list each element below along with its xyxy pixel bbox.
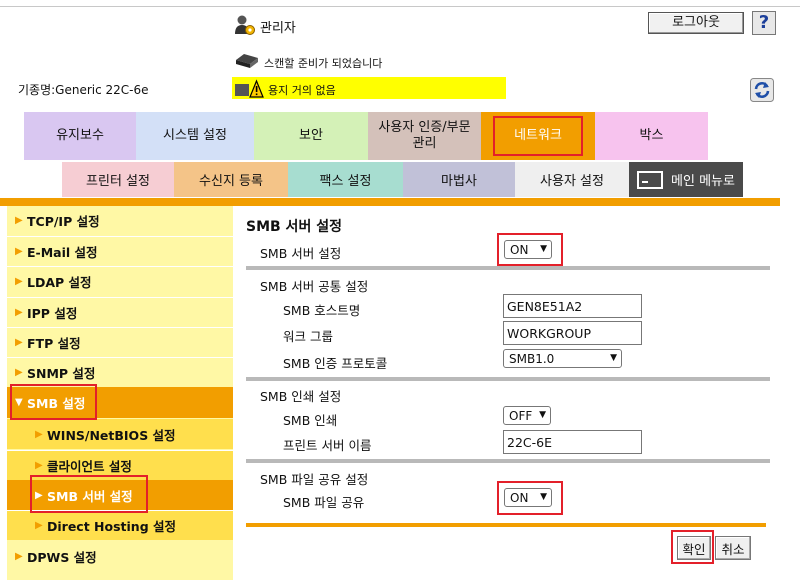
tab-system-settings[interactable]: 시스템 설정 bbox=[136, 112, 254, 160]
chevron-down-icon: ▼ bbox=[539, 410, 546, 420]
warning-printer-icon bbox=[235, 79, 264, 98]
triangle-right-icon: ▶ bbox=[15, 275, 23, 287]
triangle-right-icon: ▶ bbox=[15, 366, 23, 378]
logout-button[interactable]: 로그아웃 bbox=[648, 12, 744, 34]
triangle-right-icon: ▶ bbox=[15, 215, 23, 226]
triangle-right-icon: ▶ bbox=[15, 336, 23, 348]
hostname-input[interactable]: GEN8E51A2 bbox=[503, 294, 642, 318]
workgroup-input[interactable]: WORKGROUP bbox=[503, 321, 642, 345]
sidebar-item-dpws[interactable]: ▶ DPWS 설정 bbox=[7, 542, 233, 571]
highlight-smb-server bbox=[30, 475, 148, 513]
tab-network[interactable]: 네트워크 bbox=[481, 112, 595, 160]
print-section-title: SMB 인쇄 설정 bbox=[260, 389, 342, 404]
file-share-label: SMB 파일 공유 bbox=[283, 495, 365, 510]
scan-status: 스캔할 준비가 되었습니다 bbox=[264, 57, 383, 70]
tab-network-label: 네트워크 bbox=[493, 116, 583, 156]
help-icon[interactable]: ? bbox=[752, 11, 776, 35]
chevron-down-icon: ▼ bbox=[610, 353, 617, 363]
hostname-label: SMB 호스트명 bbox=[283, 303, 361, 318]
sidebar-item-ipp[interactable]: ▶ IPP 설정 bbox=[7, 297, 233, 326]
print-server-input[interactable]: 22C-6E bbox=[503, 430, 642, 454]
common-section-title: SMB 서버 공통 설정 bbox=[260, 279, 369, 294]
warning-text: 용지 거의 없음 bbox=[268, 84, 336, 97]
share-section-title: SMB 파일 공유 설정 bbox=[260, 472, 369, 487]
sidebar-subitem-direct-hosting[interactable]: ▶ Direct Hosting 설정 bbox=[7, 510, 233, 540]
sidebar-item-label: LDAP 설정 bbox=[27, 274, 92, 290]
sidebar-item-ldap[interactable]: ▶ LDAP 설정 bbox=[7, 266, 233, 295]
top-divider bbox=[0, 6, 800, 7]
sidebar-subitem-wins[interactable]: ▶ WINS/NetBIOS 설정 bbox=[7, 419, 233, 449]
tab-maintenance[interactable]: 유지보수 bbox=[24, 112, 136, 160]
auth-protocol-select[interactable]: SMB1.0 ▼ bbox=[503, 349, 622, 368]
auth-protocol-label: SMB 인증 프로토콜 bbox=[283, 356, 388, 371]
triangle-right-icon: ▶ bbox=[15, 551, 23, 562]
tab-user-auth-line2: 관리 bbox=[412, 136, 437, 151]
sidebar-item-label: E-Mail 설정 bbox=[27, 244, 98, 260]
smb-print-select[interactable]: OFF ▼ bbox=[503, 406, 551, 425]
main-menu-icon bbox=[637, 170, 664, 189]
highlight-server-setting bbox=[497, 233, 563, 266]
triangle-right-icon: ▶ bbox=[35, 460, 43, 471]
highlight-file-share bbox=[497, 481, 563, 515]
select-value: OFF bbox=[509, 408, 533, 423]
tab-security[interactable]: 보안 bbox=[254, 112, 368, 160]
select-value: SMB1.0 bbox=[509, 351, 555, 366]
scanner-icon bbox=[236, 54, 258, 68]
smb-server-setting-label: SMB 서버 설정 bbox=[260, 246, 342, 261]
sidebar-item-label: WINS/NetBIOS 설정 bbox=[47, 427, 176, 443]
page-title: SMB 서버 설정 bbox=[246, 219, 342, 235]
model-name: 기종명:Generic 22C-6e bbox=[18, 83, 149, 97]
sidebar-item-email[interactable]: ▶ E-Mail 설정 bbox=[7, 236, 233, 265]
sidebar-item-label: Direct Hosting 설정 bbox=[47, 519, 176, 534]
section-divider bbox=[246, 377, 770, 381]
tab-user-auth-line1: 사용자 인증/부문 bbox=[378, 120, 471, 135]
tab-box[interactable]: 박스 bbox=[595, 112, 708, 160]
orange-divider bbox=[0, 198, 780, 206]
admin-icon bbox=[235, 15, 255, 35]
cancel-button[interactable]: 취소 bbox=[715, 536, 751, 560]
sidebar-item-ftp[interactable]: ▶ FTP 설정 bbox=[7, 327, 233, 356]
subtab-fax-settings[interactable]: 팩스 설정 bbox=[288, 162, 403, 197]
smb-print-label: SMB 인쇄 bbox=[283, 413, 338, 428]
subtab-wizard[interactable]: 마법사 bbox=[403, 162, 515, 197]
admin-label: 관리자 bbox=[260, 21, 296, 36]
main-menu-label: 메인 메뉴로 bbox=[671, 174, 735, 189]
sidebar-item-tcpip[interactable]: ▶ TCP/IP 설정 bbox=[7, 206, 233, 235]
refresh-icon[interactable] bbox=[750, 78, 774, 102]
subtab-main-menu[interactable]: 메인 메뉴로 bbox=[629, 162, 743, 197]
section-divider bbox=[246, 459, 770, 463]
sidebar-item-label: IPP 설정 bbox=[27, 305, 78, 321]
triangle-right-icon: ▶ bbox=[35, 520, 43, 531]
bottom-orange-divider bbox=[246, 523, 766, 527]
triangle-right-icon: ▶ bbox=[15, 245, 23, 257]
subtab-printer-settings[interactable]: 프린터 설정 bbox=[62, 162, 174, 197]
highlight-ok bbox=[671, 530, 714, 564]
subtab-user-settings[interactable]: 사용자 설정 bbox=[515, 162, 629, 197]
triangle-right-icon: ▶ bbox=[15, 306, 23, 318]
tab-user-auth[interactable]: 사용자 인증/부문 관리 bbox=[368, 112, 481, 160]
sidebar-item-label: SNMP 설정 bbox=[27, 365, 96, 381]
workgroup-label: 워크 그룹 bbox=[283, 329, 333, 344]
print-server-label: 프린트 서버 이름 bbox=[283, 438, 372, 453]
section-divider bbox=[246, 266, 770, 270]
sidebar-item-label: DPWS 설정 bbox=[27, 550, 97, 565]
sidebar-item-label: FTP 설정 bbox=[27, 335, 81, 351]
sidebar-item-label: TCP/IP 설정 bbox=[27, 214, 100, 229]
subtab-destination-register[interactable]: 수신지 등록 bbox=[174, 162, 288, 197]
sidebar-item-label: 클라이언트 설정 bbox=[47, 459, 132, 474]
highlight-smb bbox=[10, 384, 97, 420]
sidebar-item-snmp[interactable]: ▶ SNMP 설정 bbox=[7, 357, 233, 386]
triangle-right-icon: ▶ bbox=[35, 428, 43, 440]
